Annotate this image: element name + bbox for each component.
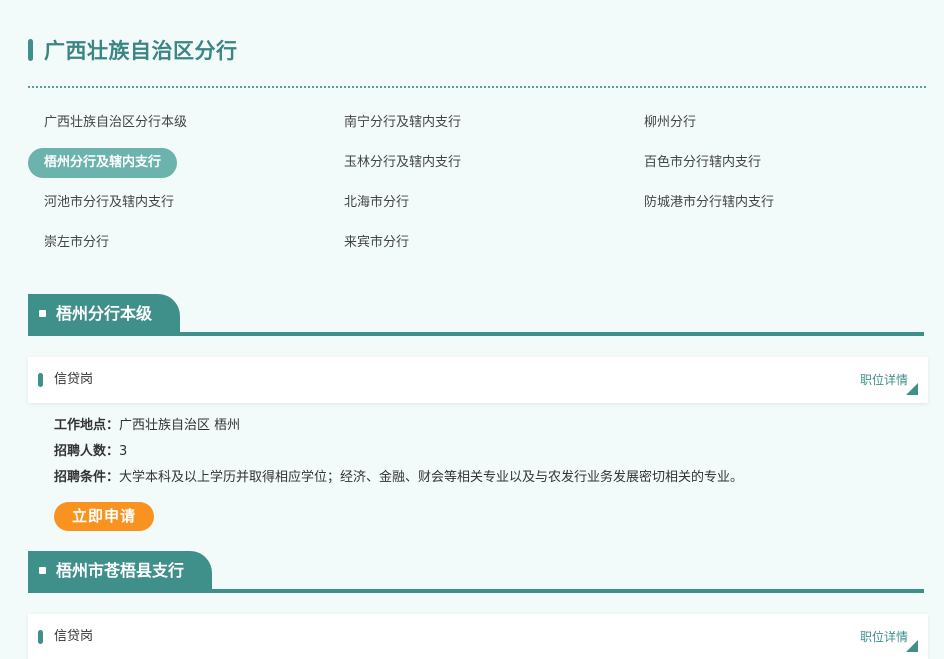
corner-triangle-icon (906, 383, 918, 395)
bullet-icon (39, 310, 46, 317)
branch-link[interactable]: 百色市分行辖内支行 (628, 148, 777, 178)
corner-triangle-icon (906, 640, 918, 652)
info-location: 工作地点：广西壮族自治区 梧州 (54, 413, 743, 439)
page-title: 广西壮族自治区分行 (44, 39, 238, 63)
branch-link[interactable]: 防城港市分行辖内支行 (628, 188, 790, 218)
branch-link[interactable]: 来宾市分行 (328, 228, 425, 258)
info-label: 工作地点： (54, 418, 120, 433)
section-header: 梧州分行本级 (28, 294, 924, 336)
job-title: 信贷岗 (54, 372, 94, 387)
job-info: 工作地点：广西壮族自治区 梧州 招聘人数：3 招聘条件：大学本科及以上学历并取得… (54, 413, 743, 491)
job-detail-link[interactable]: 职位详情 (860, 357, 908, 403)
info-value: 广西壮族自治区 梧州 (119, 418, 241, 433)
job-title: 信贷岗 (54, 629, 94, 644)
section-underline (28, 332, 924, 336)
dotted-divider (28, 86, 926, 88)
info-value: 3 (119, 444, 128, 459)
branch-link[interactable]: 南宁分行及辖内支行 (328, 108, 477, 138)
info-condition: 招聘条件：大学本科及以上学历并取得相应学位；经济、金融、财会等相关专业以及与农发… (54, 465, 743, 491)
branch-link[interactable]: 北海市分行 (328, 188, 425, 218)
apply-button[interactable]: 立即申请 (54, 502, 154, 531)
branch-link[interactable]: 河池市分行及辖内支行 (28, 188, 190, 218)
section-title: 梧州分行本级 (56, 304, 153, 323)
title-accent-bar (28, 39, 33, 61)
section-tab: 梧州市苍梧县支行 (28, 551, 213, 590)
branch-link[interactable]: 柳州分行 (628, 108, 712, 138)
job-card[interactable]: 信贷岗 职位详情 (28, 614, 928, 659)
info-label: 招聘人数： (54, 444, 120, 459)
job-accent-bar (38, 630, 43, 644)
section-underline (28, 589, 924, 593)
info-count: 招聘人数：3 (54, 439, 743, 465)
job-accent-bar (38, 373, 43, 387)
branch-link-active[interactable]: 梧州分行及辖内支行 (28, 148, 178, 178)
page-title-wrap: 广西壮族自治区分行 (28, 36, 238, 64)
branch-link[interactable]: 广西壮族自治区分行本级 (28, 108, 203, 138)
section-tab: 梧州分行本级 (28, 294, 181, 333)
info-value: 大学本科及以上学历并取得相应学位；经济、金融、财会等相关专业以及与农发行业务发展… (119, 470, 744, 485)
branch-link[interactable]: 崇左市分行 (28, 228, 125, 258)
section-title: 梧州市苍梧县支行 (56, 561, 185, 580)
job-card[interactable]: 信贷岗 职位详情 (28, 357, 928, 403)
job-detail-link[interactable]: 职位详情 (860, 614, 908, 659)
info-label: 招聘条件： (54, 470, 120, 485)
branch-link[interactable]: 玉林分行及辖内支行 (328, 148, 477, 178)
section-header: 梧州市苍梧县支行 (28, 551, 924, 593)
bullet-icon (39, 567, 46, 574)
